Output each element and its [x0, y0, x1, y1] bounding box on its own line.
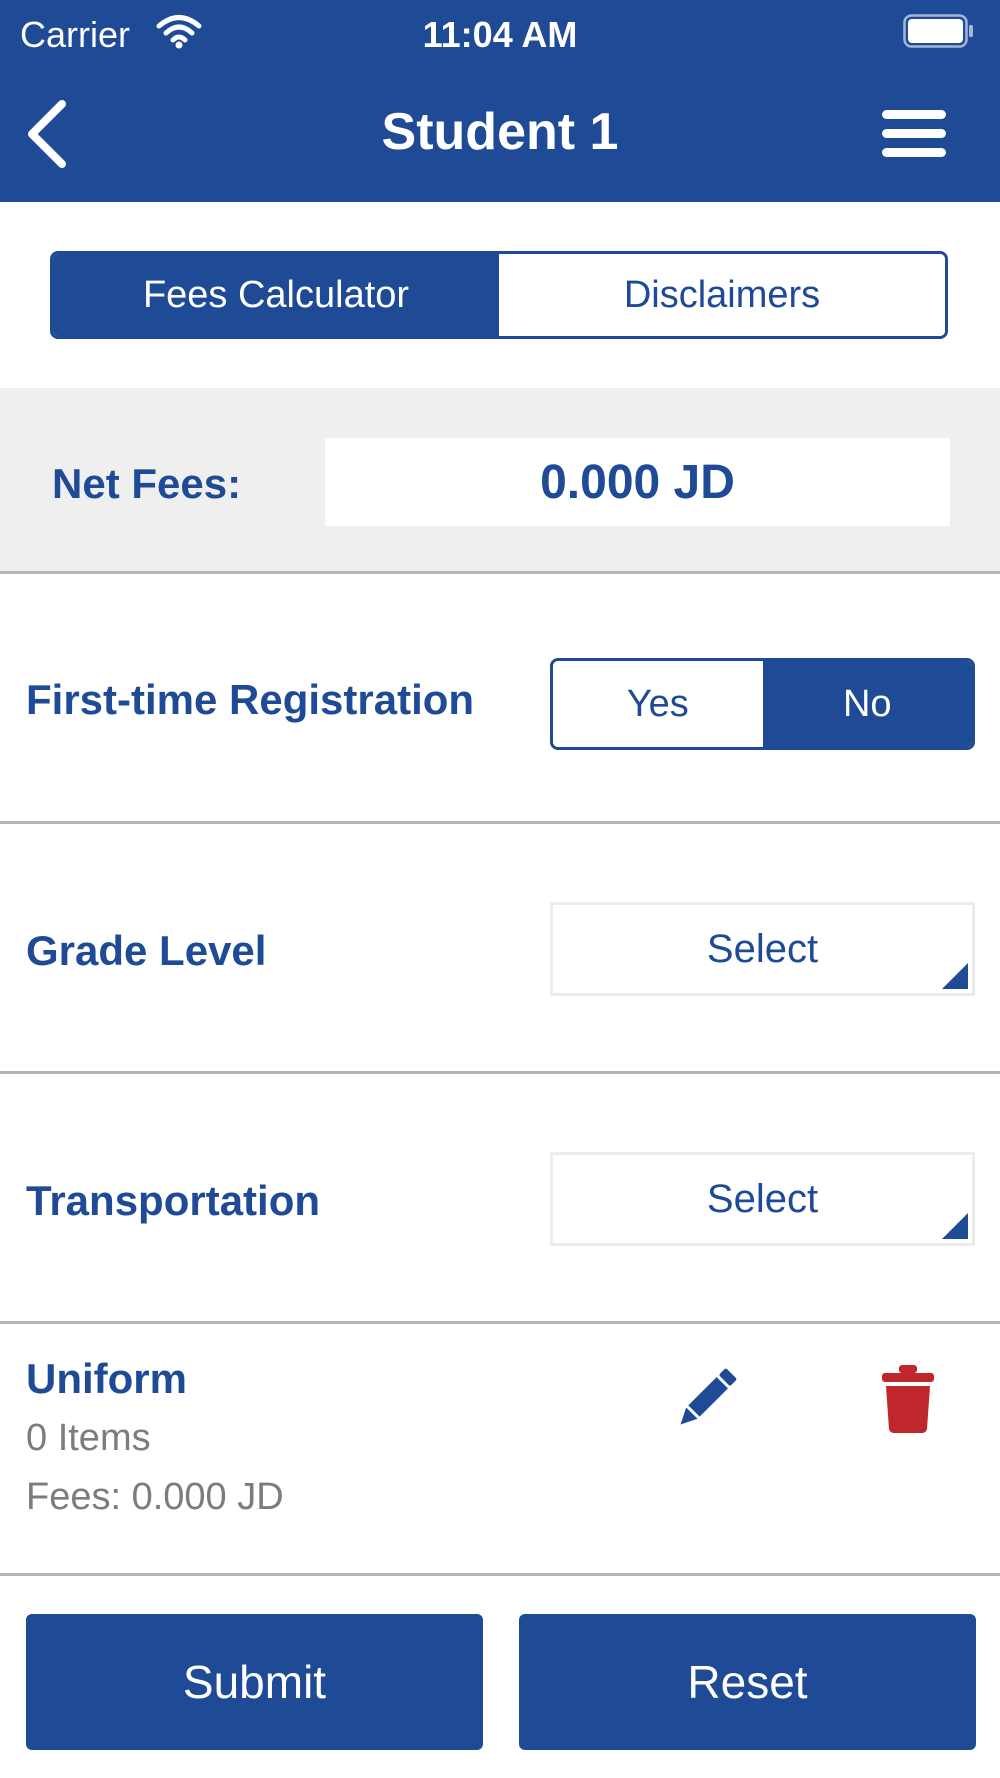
screen: Carrier 11:04 AM Student 1 Fees Calculat… — [0, 0, 1000, 1778]
delete-uniform-button[interactable] — [880, 1363, 936, 1435]
uniform-fees: Fees: 0.000 JD — [26, 1476, 284, 1518]
first-time-registration-toggle: Yes No — [550, 658, 975, 750]
chevron-left-icon — [22, 100, 82, 176]
net-fees-panel: Net Fees: 0.000 JD — [0, 388, 1000, 574]
uniform-title: Uniform — [26, 1355, 187, 1402]
uniform-row: Uniform 0 Items Fees: 0.000 JD — [0, 1323, 1000, 1576]
dropdown-corner-icon — [942, 963, 968, 989]
net-fees-value: 0.000 JD — [325, 438, 950, 526]
option-yes[interactable]: Yes — [553, 661, 763, 747]
transportation-label: Transportation — [26, 1177, 321, 1224]
menu-button[interactable] — [878, 104, 950, 164]
trash-icon — [880, 1365, 936, 1439]
first-time-registration-row: First-time Registration Yes No — [0, 574, 1000, 824]
status-bar: Carrier 11:04 AM — [0, 0, 1000, 66]
nav-bar: Student 1 — [0, 66, 1000, 202]
battery-icon — [903, 14, 975, 48]
status-time: 11:04 AM — [422, 14, 578, 55]
transportation-select[interactable]: Select — [550, 1152, 975, 1246]
segmented-tabs: Fees Calculator Disclaimers — [50, 251, 948, 339]
submit-button[interactable]: Submit — [26, 1614, 483, 1750]
edit-uniform-button[interactable] — [668, 1361, 744, 1437]
grade-level-select[interactable]: Select — [550, 902, 975, 996]
pencil-icon — [668, 1368, 744, 1441]
net-fees-label: Net Fees: — [52, 460, 242, 507]
grade-level-value: Select — [706, 926, 819, 971]
grade-level-row: Grade Level Select — [0, 824, 1000, 1074]
dropdown-corner-icon — [942, 1213, 968, 1239]
page-title: Student 1 — [381, 103, 619, 161]
option-no[interactable]: No — [762, 661, 972, 747]
transportation-value: Select — [706, 1176, 819, 1221]
reset-button[interactable]: Reset — [519, 1614, 976, 1750]
tab-fees-calculator[interactable]: Fees Calculator — [53, 254, 499, 336]
hamburger-menu-icon — [878, 110, 950, 168]
tab-disclaimers[interactable]: Disclaimers — [499, 254, 945, 336]
back-button[interactable] — [22, 96, 82, 172]
uniform-item-count: 0 Items — [26, 1417, 151, 1459]
grade-level-label: Grade Level — [26, 927, 267, 974]
first-time-registration-label: First-time Registration — [26, 676, 475, 723]
transportation-row: Transportation Select — [0, 1074, 1000, 1324]
